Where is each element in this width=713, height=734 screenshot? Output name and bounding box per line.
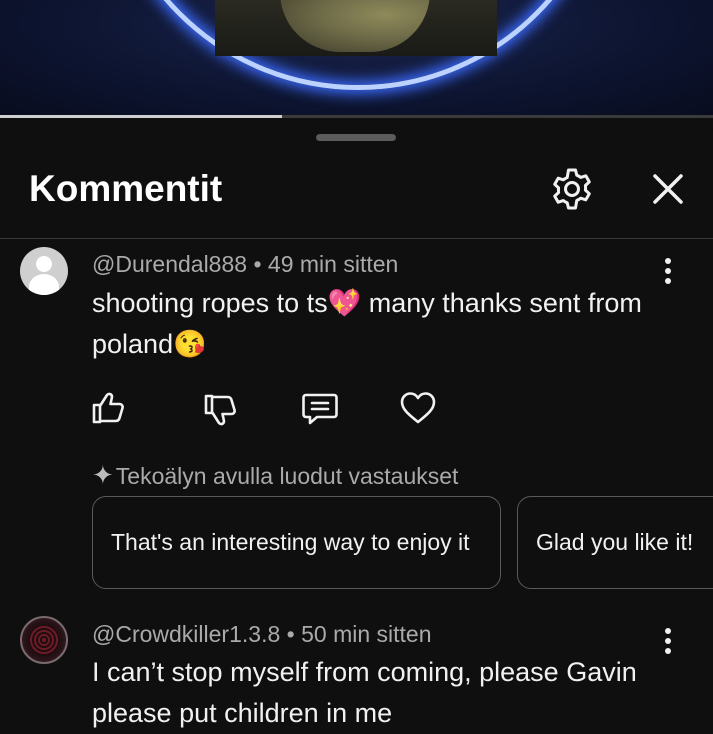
ai-replies-label: Tekoälyn avulla luodut vastaukset xyxy=(115,463,459,489)
suggested-reply-chip[interactable]: Glad you like it! xyxy=(517,496,713,589)
meta-separator: • xyxy=(280,621,302,647)
heart-icon xyxy=(400,392,436,424)
ai-replies-heading: ✦Tekoälyn avulla luodut vastaukset xyxy=(92,460,458,491)
avatar[interactable] xyxy=(20,616,68,664)
dislike-button[interactable] xyxy=(200,390,240,430)
avatar-head-shape xyxy=(36,256,52,272)
comment-time: 49 min sitten xyxy=(267,251,399,277)
dislike-icon xyxy=(204,394,236,426)
like-icon xyxy=(92,392,124,424)
suggested-reply-chip[interactable]: That's an interesting way to enjoy it xyxy=(92,496,501,589)
video-frame-figure xyxy=(280,0,430,52)
close-button[interactable] xyxy=(646,167,690,211)
avatar-body-shape xyxy=(29,274,59,295)
avatar[interactable] xyxy=(20,247,68,295)
sheet-title: Kommentit xyxy=(29,168,223,209)
suggested-reply-text: Glad you like it! xyxy=(536,529,694,555)
comment-author[interactable]: @Durendal888 xyxy=(92,251,247,277)
settings-button[interactable] xyxy=(548,165,596,213)
like-button[interactable] xyxy=(88,388,128,428)
more-options-button[interactable] xyxy=(656,256,680,286)
reply-icon xyxy=(302,393,338,425)
meta-separator: • xyxy=(247,251,268,277)
gear-icon xyxy=(553,168,591,210)
sparkle-icon: ✦ xyxy=(92,460,114,490)
heart-button[interactable] xyxy=(398,388,438,428)
close-icon xyxy=(653,174,683,204)
comment-time: 50 min sitten xyxy=(301,621,432,647)
video-player[interactable] xyxy=(0,0,713,116)
comment-meta: @Crowdkiller1.3.8 • 50 min sitten xyxy=(92,621,432,648)
suggested-reply-text: That's an interesting way to enjoy it xyxy=(111,529,470,555)
reply-button[interactable] xyxy=(300,388,340,428)
comment-text: shooting ropes to ts💖 many thanks sent f… xyxy=(92,288,642,359)
comment-text: I can’t stop myself from coming, please … xyxy=(92,657,637,728)
video-frame xyxy=(215,0,497,56)
comment-meta: @Durendal888 • 49 min sitten xyxy=(92,251,398,278)
drag-handle[interactable] xyxy=(316,134,396,141)
header-divider xyxy=(0,238,713,239)
comment-author[interactable]: @Crowdkiller1.3.8 xyxy=(92,621,280,647)
